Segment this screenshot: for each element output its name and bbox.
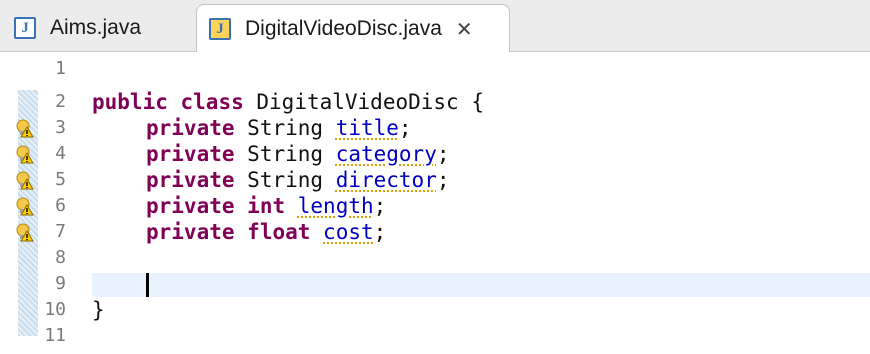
field-name: length bbox=[297, 194, 374, 218]
line-number: 3 bbox=[55, 117, 66, 138]
line-number: 7 bbox=[55, 221, 66, 242]
semicolon: ; bbox=[398, 116, 412, 140]
code-line-7: private float cost; bbox=[146, 220, 386, 244]
line-number: 5 bbox=[55, 169, 66, 190]
line-number: 8 bbox=[55, 247, 66, 268]
text-cursor bbox=[146, 273, 149, 297]
code-line-5: private String director; bbox=[146, 168, 450, 192]
keyword: class bbox=[180, 90, 244, 114]
code-line-2: public class DigitalVideoDisc { bbox=[92, 90, 484, 114]
code-line-10: } bbox=[92, 298, 105, 322]
warning-bulb-icon[interactable] bbox=[14, 222, 34, 242]
warning-bulb-icon[interactable] bbox=[14, 170, 34, 190]
line-number: 6 bbox=[55, 195, 66, 216]
line-number: 2 bbox=[55, 91, 66, 112]
class-declaration: DigitalVideoDisc { bbox=[256, 90, 484, 114]
line-number: 1 bbox=[55, 58, 66, 79]
keyword: private bbox=[146, 142, 235, 166]
semicolon: ; bbox=[436, 142, 450, 166]
keyword: public bbox=[92, 90, 168, 114]
line-number: 10 bbox=[44, 299, 66, 320]
keyword: private bbox=[146, 194, 235, 218]
tab-digitalvideodisc-java[interactable]: J DigitalVideoDisc.java ✕ bbox=[196, 4, 510, 53]
keyword: private bbox=[146, 220, 235, 244]
line-number: 11 bbox=[44, 325, 66, 346]
tab-label: DigitalVideoDisc.java bbox=[245, 17, 442, 40]
semicolon: ; bbox=[373, 220, 387, 244]
semicolon: ; bbox=[373, 194, 387, 218]
java-file-icon: J bbox=[14, 17, 36, 39]
current-line-highlight bbox=[92, 273, 870, 297]
keyword: private bbox=[146, 168, 235, 192]
warning-bulb-icon[interactable] bbox=[14, 144, 34, 164]
tab-aims-java[interactable]: J Aims.java bbox=[6, 4, 192, 52]
editor-tab-bar: J Aims.java J DigitalVideoDisc.java ✕ bbox=[0, 0, 870, 53]
warning-bulb-icon[interactable] bbox=[14, 118, 34, 138]
semicolon: ; bbox=[436, 168, 450, 192]
line-number: 9 bbox=[55, 273, 66, 294]
keyword: private bbox=[146, 116, 235, 140]
tab-label: Aims.java bbox=[50, 16, 142, 39]
code-editor[interactable]: 1 2 3 4 5 6 7 8 9 10 11 public class Dig… bbox=[0, 52, 870, 354]
field-name: director bbox=[335, 168, 437, 192]
warning-bulb-icon[interactable] bbox=[14, 196, 34, 216]
field-name: title bbox=[335, 116, 399, 140]
type-name: String bbox=[247, 142, 324, 166]
keyword: int bbox=[247, 194, 286, 218]
type-name: String bbox=[247, 168, 324, 192]
code-line-3: private String title; bbox=[146, 116, 412, 140]
close-icon[interactable]: ✕ bbox=[456, 19, 473, 39]
code-line-4: private String category; bbox=[146, 142, 450, 166]
keyword: float bbox=[247, 220, 311, 244]
field-name: cost bbox=[323, 220, 374, 244]
field-name: category bbox=[335, 142, 437, 166]
java-file-icon: J bbox=[209, 18, 231, 40]
closing-brace: } bbox=[92, 298, 105, 322]
code-line-6: private int length; bbox=[146, 194, 386, 218]
line-number: 4 bbox=[55, 143, 66, 164]
type-name: String bbox=[247, 116, 324, 140]
